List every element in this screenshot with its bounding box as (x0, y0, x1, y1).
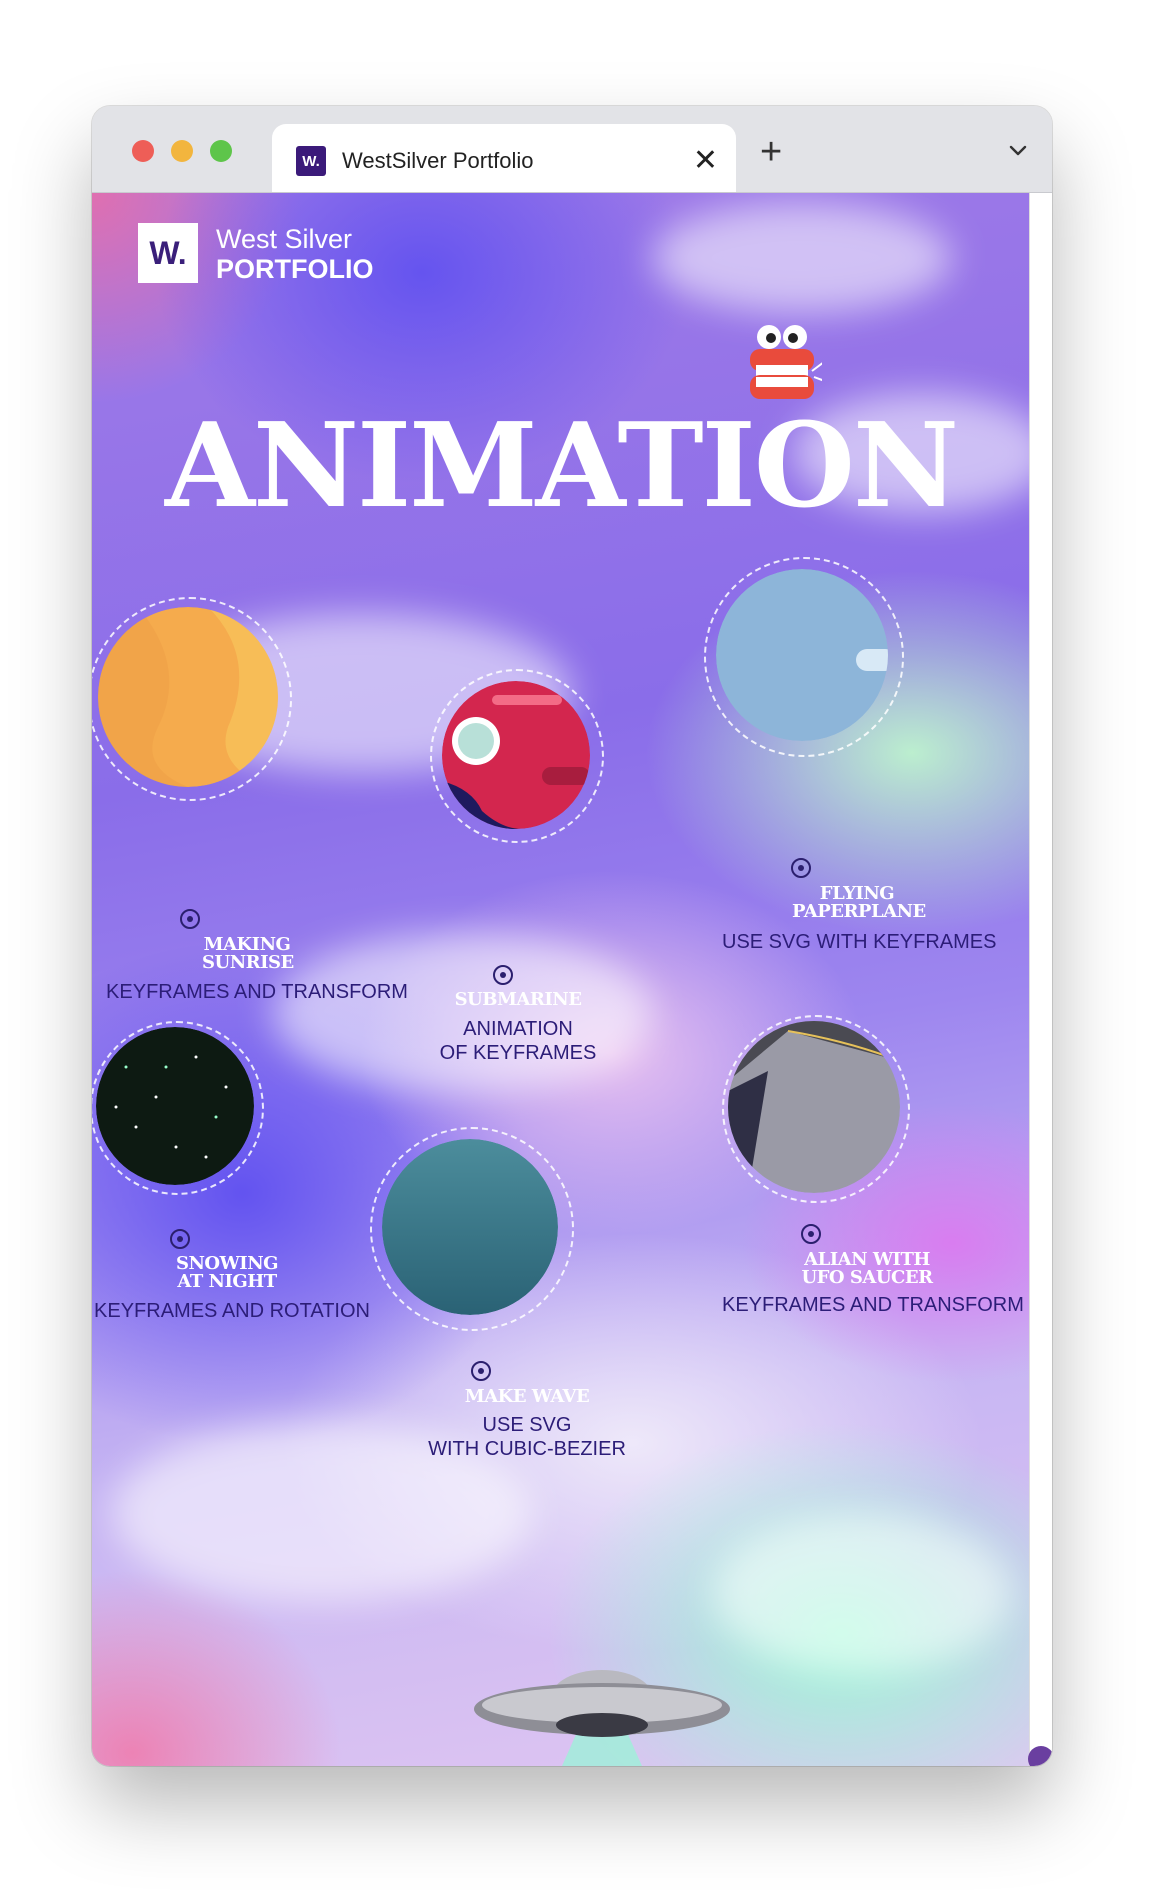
demo-title: MAKE WAVE (462, 1388, 592, 1406)
logo-text-bottom: PORTFOLIO (216, 254, 374, 284)
paperplane-demo[interactable] (716, 569, 888, 741)
new-tab-icon[interactable]: + (760, 132, 782, 172)
demo-description: ANIMATION OF KEYFRAMES (408, 1017, 628, 1065)
scrollbar[interactable] (1028, 193, 1052, 1766)
chevron-down-icon[interactable] (1006, 138, 1030, 162)
sunrise-demo[interactable] (98, 607, 278, 787)
target-icon (471, 1361, 491, 1381)
demo-description: USE SVG WITH KEYFRAMES (722, 931, 997, 953)
wave-demo[interactable] (382, 1139, 558, 1315)
demo-title: SUBMARINE (448, 991, 588, 1009)
target-icon (493, 965, 513, 985)
demo-title-line: PAPERPLANE (792, 901, 926, 922)
target-icon (170, 1229, 190, 1249)
demo-title: SNOWING AT NIGHT (172, 1255, 282, 1291)
demo-title-line: UFO SAUCER (801, 1267, 933, 1288)
demo-description: USE SVG WITH CUBIC-BEZIER (422, 1413, 632, 1461)
target-icon (791, 858, 811, 878)
target-icon (180, 909, 200, 929)
scroll-thumb[interactable] (1028, 1746, 1052, 1766)
demo-title-line: SUNRISE (202, 952, 294, 973)
submarine-demo[interactable] (442, 681, 590, 829)
demo-title-line: SUBMARINE (454, 989, 582, 1010)
demo-title-line: MAKE WAVE (464, 1386, 590, 1407)
close-window-button[interactable] (132, 140, 154, 162)
target-icon (801, 1224, 821, 1244)
demo-description: KEYFRAMES AND ROTATION (94, 1300, 370, 1322)
demo-description-line: OF KEYFRAMES (439, 1042, 597, 1064)
ufo-icon (474, 1670, 730, 1766)
demo-title: FLYING PAPERPLANE (792, 885, 926, 922)
cloud (652, 203, 952, 313)
favicon-icon: W. (296, 146, 326, 176)
tab-title: WestSilver Portfolio (342, 148, 534, 173)
demo-title-line: AT NIGHT (177, 1271, 277, 1292)
cloud (712, 1513, 1012, 1673)
browser-window: W. WestSilver Portfolio ✕ + W. West Silv… (92, 106, 1052, 1766)
demo-description-line: WITH CUBIC-BEZIER (428, 1438, 626, 1460)
demo-title: ALIAN WITH UFO SAUCER (792, 1251, 942, 1287)
ufo-demo[interactable] (728, 1021, 900, 1193)
snowing-demo[interactable] (96, 1027, 254, 1185)
browser-tab[interactable]: W. WestSilver Portfolio ✕ (272, 124, 736, 192)
title-bar: W. WestSilver Portfolio ✕ + (92, 106, 1052, 193)
site-logo[interactable]: W. West Silver PORTFOLIO (138, 223, 398, 285)
logo-text-top: West Silver (216, 224, 353, 254)
cloud (272, 933, 652, 1093)
page-viewport: W. West Silver PORTFOLIO ANIMATION MAKIN… (92, 193, 1030, 1766)
logo-mark: W. (138, 223, 198, 283)
zoom-window-button[interactable] (210, 140, 232, 162)
demo-description: KEYFRAMES AND TRANSFORM (106, 981, 408, 1003)
demo-description-line: ANIMATION (463, 1018, 573, 1040)
demo-description: KEYFRAMES AND TRANSFORM (722, 1294, 1024, 1316)
demo-title: MAKING SUNRISE (202, 936, 294, 973)
chattering-teeth-icon (750, 325, 822, 399)
page-title: ANIMATION (164, 398, 959, 534)
minimize-window-button[interactable] (171, 140, 193, 162)
tab-close-icon[interactable]: ✕ (693, 144, 718, 178)
demo-description-line: USE SVG (482, 1414, 572, 1436)
